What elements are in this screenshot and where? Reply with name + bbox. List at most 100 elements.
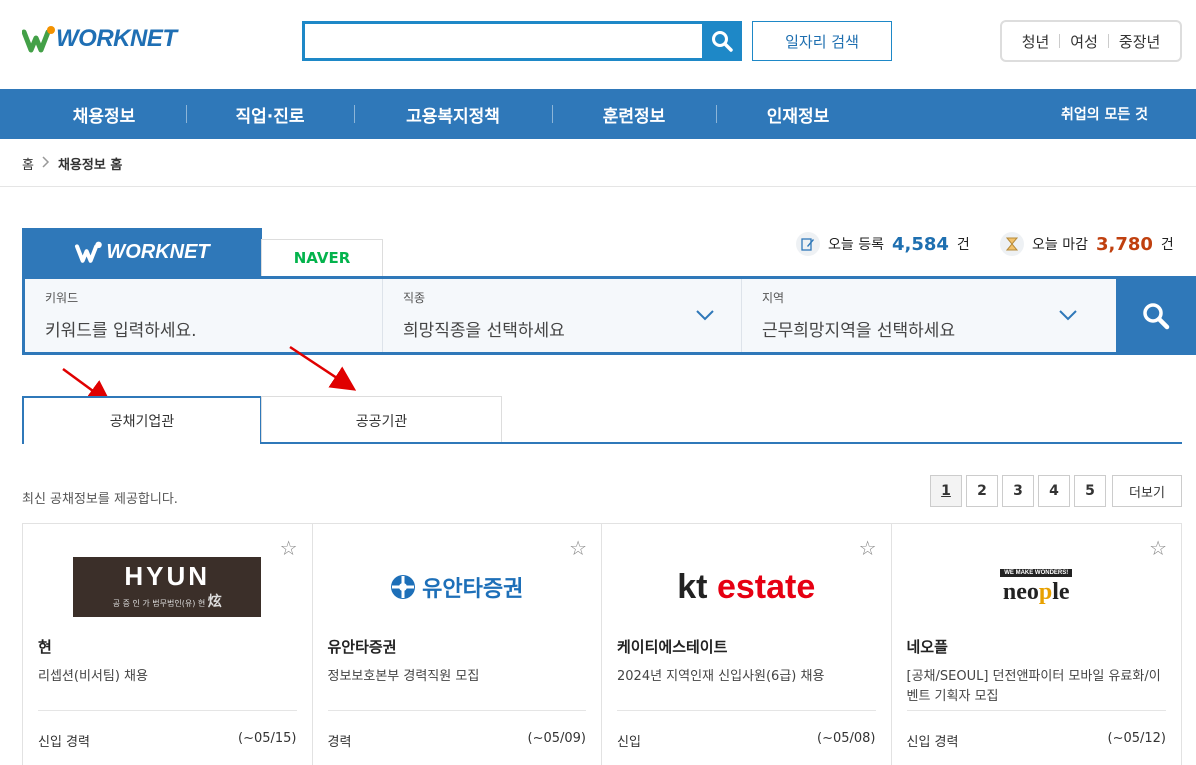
company-card[interactable]: ☆ HYUN 공 증 인 가 법무법인(유) 현 炫 현 리셉션(비서팀) 채용… bbox=[23, 524, 313, 765]
career-type: 신입 경력 bbox=[906, 735, 959, 750]
nav-item-talent[interactable]: 인재정보 bbox=[716, 89, 880, 139]
divider bbox=[1107, 34, 1109, 48]
region-value: 근무희망지역을 선택하세요 bbox=[762, 321, 956, 341]
breadcrumb: 홈 채용정보 홈 bbox=[22, 154, 122, 173]
region-select[interactable]: 지역 근무희망지역을 선택하세요 bbox=[742, 279, 1104, 352]
job-category-value: 희망직종을 선택하세요 bbox=[403, 321, 565, 341]
company-card-list: ☆ HYUN 공 증 인 가 법무법인(유) 현 炫 현 리셉션(비서팀) 채용… bbox=[22, 523, 1182, 765]
company-name: 네오플 bbox=[906, 638, 948, 656]
divider bbox=[0, 186, 1196, 187]
company-card[interactable]: ☆ kt estate 케이티에스테이트 2024년 지역인재 신입사원(6급)… bbox=[602, 524, 892, 765]
logo-text: HYUN bbox=[124, 561, 211, 591]
job-title[interactable]: 정보보호본부 경력직원 모집 bbox=[328, 667, 587, 715]
star-icon[interactable]: ☆ bbox=[1149, 536, 1167, 560]
search-icon bbox=[1143, 302, 1170, 329]
main-nav: 채용정보 직업·진로 고용복지정책 훈련정보 인재정보 취업의 모든 것 bbox=[0, 89, 1196, 139]
tab-worknet-search[interactable]: WORKNET bbox=[22, 228, 262, 276]
yuanta-emblem-icon bbox=[391, 575, 416, 599]
logo-text: kt bbox=[677, 567, 708, 606]
deadline: (~05/15) bbox=[238, 731, 297, 746]
nav-item-career[interactable]: 직업·진로 bbox=[186, 89, 354, 139]
logo-text: estate bbox=[707, 567, 816, 606]
breadcrumb-home[interactable]: 홈 bbox=[22, 154, 34, 173]
notice-text: 최신 공채정보를 제공합니다. bbox=[22, 492, 178, 507]
keyword-label: 키워드 bbox=[45, 291, 79, 305]
job-title[interactable]: [공채/SEOUL] 던전앤파이터 모바일 유료화/이벤트 기획자 모집 bbox=[907, 667, 1167, 715]
edit-icon bbox=[796, 232, 820, 256]
card-footer: 신입 경력 (~05/15) bbox=[38, 710, 297, 750]
job-title[interactable]: 리셉션(비서팀) 채용 bbox=[38, 667, 297, 715]
global-search bbox=[302, 21, 742, 61]
today-closing: 오늘 마감 3,780 건 bbox=[1000, 232, 1174, 256]
region-label: 지역 bbox=[762, 291, 785, 305]
search-icon bbox=[712, 31, 733, 52]
global-search-button[interactable] bbox=[702, 21, 742, 61]
job-search-button[interactable]: 일자리 검색 bbox=[752, 21, 892, 61]
worknet-logo[interactable]: WORKNET bbox=[21, 24, 177, 54]
logo-tagline: WE MAKE WONDERS! bbox=[1000, 568, 1073, 577]
company-card[interactable]: ☆ 유안타증권 유안타증권 정보보호본부 경력직원 모집 경력 (~05/09) bbox=[313, 524, 602, 765]
page-4[interactable]: 4 bbox=[1038, 475, 1070, 507]
keyword-field[interactable]: 키워드 키워드를 입력하세요. bbox=[25, 279, 383, 352]
today-closing-label: 오늘 마감 bbox=[1032, 237, 1088, 253]
career-type: 경력 bbox=[327, 735, 352, 750]
deadline: (~05/12) bbox=[1107, 731, 1167, 746]
job-search-submit-button[interactable] bbox=[1116, 276, 1196, 355]
page-1[interactable]: 1 bbox=[930, 475, 962, 507]
keyword-input[interactable]: 키워드를 입력하세요. bbox=[45, 316, 362, 341]
today-registered-count: 4,584 bbox=[891, 233, 949, 255]
logo-text: p bbox=[1038, 578, 1053, 605]
tab-public-agency[interactable]: 공공기관 bbox=[261, 396, 502, 444]
nav-all-link[interactable]: 취업의 모든 것 bbox=[1061, 89, 1148, 139]
logo-subtext: 공 증 인 가 법무법인(유) 현 炫 bbox=[112, 594, 222, 610]
job-category-select[interactable]: 직종 희망직종을 선택하세요 bbox=[383, 279, 742, 352]
nav-item-training[interactable]: 훈련정보 bbox=[552, 89, 716, 139]
tab-worknet-label: WORKNET bbox=[106, 240, 210, 263]
today-registered-label: 오늘 등록 bbox=[828, 237, 884, 253]
card-footer: 신입 (~05/08) bbox=[617, 710, 876, 750]
more-button[interactable]: 더보기 bbox=[1112, 475, 1182, 507]
company-logo: HYUN 공 증 인 가 법무법인(유) 현 炫 bbox=[38, 538, 297, 636]
career-type: 신입 bbox=[617, 735, 641, 750]
tab-public-company[interactable]: 공채기업관 bbox=[22, 396, 262, 444]
company-logo: WE MAKE WONDERS! neople bbox=[907, 538, 1167, 636]
card-footer: 신입 경력 (~05/12) bbox=[906, 710, 1167, 750]
star-icon[interactable]: ☆ bbox=[859, 536, 877, 560]
job-title[interactable]: 2024년 지역인재 신입사원(6급) 채용 bbox=[617, 667, 876, 715]
breadcrumb-current: 채용정보 홈 bbox=[57, 158, 123, 173]
logo-text: 유안타증권 bbox=[422, 577, 524, 602]
company-name: 유안타증권 bbox=[327, 638, 397, 656]
chevron-right-icon bbox=[42, 156, 50, 171]
today-registered-unit: 건 bbox=[956, 237, 970, 253]
quick-link-middle-aged[interactable]: 중장년 bbox=[1119, 31, 1160, 52]
nav-item-welfare[interactable]: 고용복지정책 bbox=[354, 89, 552, 139]
page-2[interactable]: 2 bbox=[966, 475, 998, 507]
logo-text: le bbox=[1052, 578, 1070, 605]
nav-item-jobs[interactable]: 채용정보 bbox=[22, 89, 186, 139]
company-card[interactable]: ☆ WE MAKE WONDERS! neople 네오플 [공채/SEOUL]… bbox=[892, 524, 1182, 765]
global-search-input[interactable] bbox=[305, 24, 705, 58]
deadline: (~05/08) bbox=[817, 731, 876, 746]
hourglass-icon bbox=[1000, 232, 1024, 256]
job-search-form: 키워드 키워드를 입력하세요. 직종 희망직종을 선택하세요 지역 근무희망지역… bbox=[22, 276, 1182, 355]
star-icon[interactable]: ☆ bbox=[280, 536, 298, 560]
company-name: 케이티에스테이트 bbox=[617, 638, 728, 656]
chevron-down-icon bbox=[696, 310, 714, 321]
card-footer: 경력 (~05/09) bbox=[327, 710, 587, 750]
page-5[interactable]: 5 bbox=[1074, 475, 1106, 507]
deadline: (~05/09) bbox=[527, 731, 587, 746]
career-type: 신입 경력 bbox=[38, 735, 90, 750]
quick-link-youth[interactable]: 청년 bbox=[1022, 31, 1050, 52]
page-3[interactable]: 3 bbox=[1002, 475, 1034, 507]
tab-naver-search[interactable]: NAVER bbox=[261, 239, 383, 276]
worknet-logo-mark bbox=[75, 241, 103, 263]
star-icon[interactable]: ☆ bbox=[569, 536, 587, 560]
today-closing-unit: 건 bbox=[1160, 237, 1174, 253]
tab-underline bbox=[261, 442, 1182, 444]
logo-text: WORKNET bbox=[56, 25, 177, 52]
company-logo: 유안타증권 bbox=[328, 538, 587, 636]
company-logo: kt estate bbox=[617, 538, 876, 636]
today-closing-count: 3,780 bbox=[1095, 233, 1153, 255]
worknet-logo-mark bbox=[21, 24, 56, 54]
quick-link-women[interactable]: 여성 bbox=[1070, 31, 1098, 52]
